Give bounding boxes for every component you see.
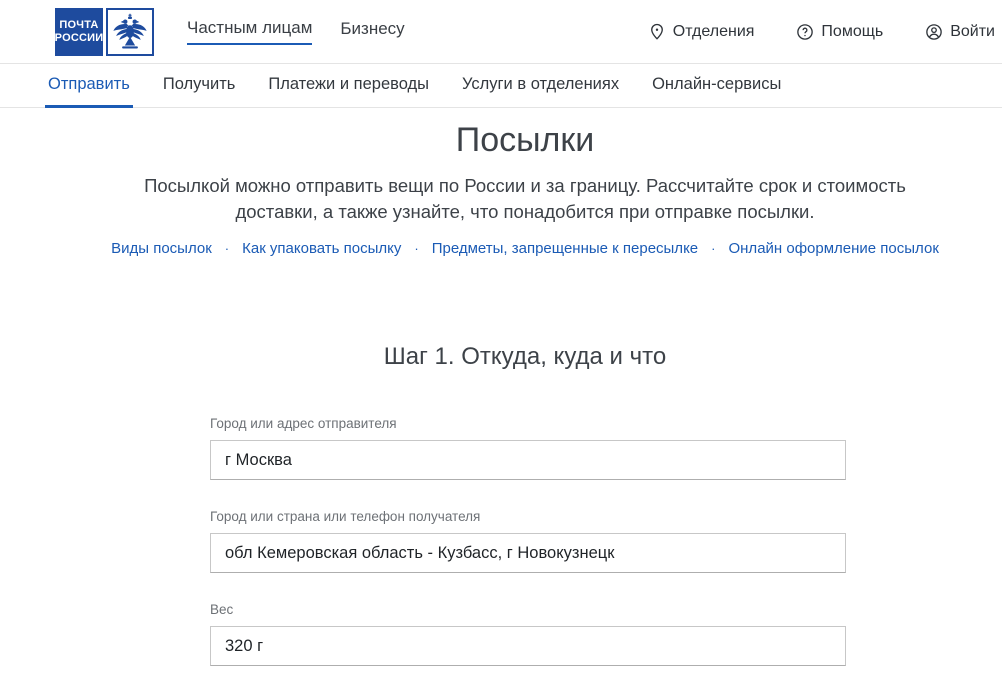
tab-branch-services[interactable]: Услуги в отделениях xyxy=(459,64,622,108)
logo-line2: РОССИИ xyxy=(55,32,104,45)
logo-line1: ПОЧТА xyxy=(59,19,98,32)
sender-field-group: Город или адрес отправителя xyxy=(210,416,846,480)
help-circle-icon xyxy=(796,23,814,41)
audience-nav: Частным лицам Бизнесу xyxy=(187,18,405,45)
nav-business[interactable]: Бизнесу xyxy=(340,19,404,44)
help-label: Помощь xyxy=(821,23,883,41)
link-online-registration[interactable]: Онлайн оформление посылок xyxy=(728,240,938,257)
dot-separator: · xyxy=(414,241,418,256)
sender-label: Город или адрес отправителя xyxy=(210,416,846,431)
quick-links: Виды посылок · Как упаковать посылку · П… xyxy=(0,240,1002,257)
recipient-field-group: Город или страна или телефон получателя xyxy=(210,509,846,573)
sender-input[interactable] xyxy=(210,440,846,480)
top-header: ПОЧТА РОССИИ xyxy=(0,0,1002,64)
section-tabs: Отправить Получить Платежи и переводы Ус… xyxy=(0,64,1002,108)
weight-field-group: Вес xyxy=(210,602,846,666)
location-pin-icon xyxy=(648,23,666,41)
branches-link[interactable]: Отделения xyxy=(648,23,755,41)
step-title: Шаг 1. Откуда, куда и что xyxy=(0,343,1002,371)
logo-wordmark: ПОЧТА РОССИИ xyxy=(55,8,103,56)
page-title: Посылки xyxy=(0,121,1002,160)
post-eagle-emblem-icon xyxy=(106,8,154,56)
link-parcel-types[interactable]: Виды посылок xyxy=(111,240,212,257)
branches-label: Отделения xyxy=(673,23,755,41)
tab-receive[interactable]: Получить xyxy=(160,64,239,108)
dot-separator: · xyxy=(711,241,715,256)
utility-nav: Отделения Помощь xyxy=(648,23,995,41)
link-prohibited-items[interactable]: Предметы, запрещенные к пересылке xyxy=(432,240,698,257)
nav-private-clients[interactable]: Частным лицам xyxy=(187,18,312,45)
main-content: Посылки Посылкой можно отправить вещи по… xyxy=(0,121,1002,666)
login-link[interactable]: Войти xyxy=(925,23,995,41)
parcel-form: Город или адрес отправителя Город или ст… xyxy=(210,416,846,666)
recipient-input[interactable] xyxy=(210,533,846,573)
weight-label: Вес xyxy=(210,602,846,617)
tab-send[interactable]: Отправить xyxy=(45,64,133,108)
russian-post-logo[interactable]: ПОЧТА РОССИИ xyxy=(55,8,154,56)
help-link[interactable]: Помощь xyxy=(796,23,883,41)
login-label: Войти xyxy=(950,23,995,41)
dot-separator: · xyxy=(225,241,229,256)
tab-payments[interactable]: Платежи и переводы xyxy=(265,64,432,108)
page: ПОЧТА РОССИИ xyxy=(0,0,1002,666)
recipient-label: Город или страна или телефон получателя xyxy=(210,509,846,524)
weight-input[interactable] xyxy=(210,626,846,666)
tab-online-services[interactable]: Онлайн-сервисы xyxy=(649,64,784,108)
page-description: Посылкой можно отправить вещи по России … xyxy=(140,173,910,225)
link-how-to-pack[interactable]: Как упаковать посылку xyxy=(242,240,401,257)
user-circle-icon xyxy=(925,23,943,41)
